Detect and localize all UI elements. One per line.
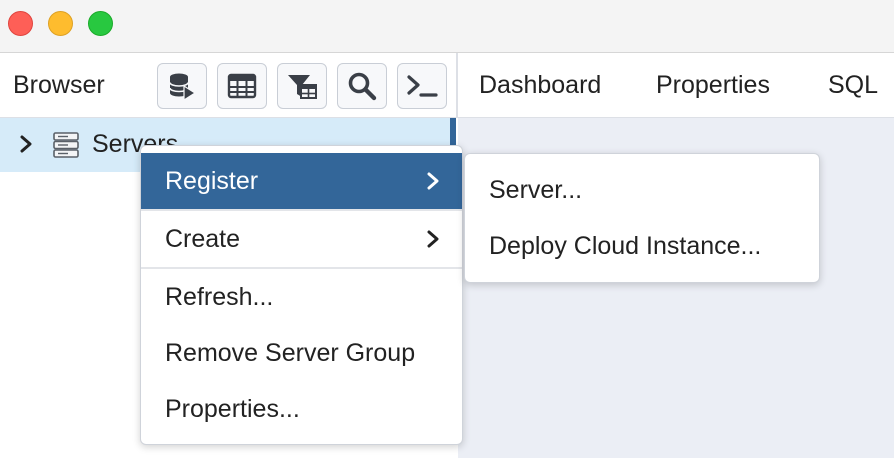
register-submenu: Server... Deploy Cloud Instance... xyxy=(464,153,820,283)
window-maximize-button[interactable] xyxy=(88,11,113,36)
submenu-item-label: Deploy Cloud Instance... xyxy=(489,232,762,260)
chevron-right-icon xyxy=(427,230,439,248)
psql-tool-button[interactable] xyxy=(397,63,447,109)
filtered-rows-button[interactable] xyxy=(277,63,327,109)
search-icon xyxy=(348,72,377,101)
terminal-icon xyxy=(407,75,438,97)
menu-item-remove-server-group[interactable]: Remove Server Group xyxy=(141,325,462,381)
window-close-button[interactable] xyxy=(8,11,33,36)
menu-item-label: Refresh... xyxy=(165,283,274,311)
server-group-icon xyxy=(53,132,79,158)
window-titlebar xyxy=(0,0,894,53)
menu-item-refresh[interactable]: Refresh... xyxy=(141,269,462,325)
chevron-right-icon[interactable] xyxy=(16,132,36,156)
menu-item-register[interactable]: Register xyxy=(141,153,462,209)
menu-item-create[interactable]: Create xyxy=(141,211,462,267)
context-menu: Register Create Refresh... Remove Server… xyxy=(140,145,463,445)
menu-item-label: Properties... xyxy=(165,395,300,423)
menu-item-label: Register xyxy=(165,167,259,195)
window-minimize-button[interactable] xyxy=(48,11,73,36)
search-objects-button[interactable] xyxy=(337,63,387,109)
database-play-icon xyxy=(169,73,197,102)
table-icon xyxy=(227,73,257,99)
submenu-item-server[interactable]: Server... xyxy=(465,162,819,218)
menu-item-properties[interactable]: Properties... xyxy=(141,381,462,437)
chevron-right-icon xyxy=(427,172,439,190)
main-tabs-bar: Dashboard Properties SQL xyxy=(458,53,894,118)
view-data-button[interactable] xyxy=(217,63,267,109)
tab-dashboard[interactable]: Dashboard xyxy=(479,71,601,100)
tab-sql[interactable]: SQL xyxy=(828,71,878,100)
tab-properties[interactable]: Properties xyxy=(656,71,770,100)
browser-panel-title: Browser xyxy=(13,71,105,99)
submenu-item-label: Server... xyxy=(489,176,583,204)
query-tool-button[interactable] xyxy=(157,63,207,109)
submenu-item-deploy-cloud-instance[interactable]: Deploy Cloud Instance... xyxy=(465,218,819,274)
menu-item-label: Create xyxy=(165,225,241,253)
browser-panel-header: Browser xyxy=(0,53,456,118)
filter-table-icon xyxy=(288,75,317,99)
menu-item-label: Remove Server Group xyxy=(165,339,416,367)
